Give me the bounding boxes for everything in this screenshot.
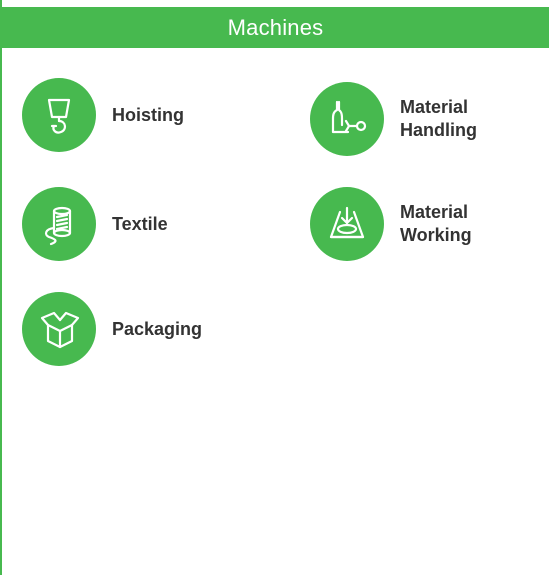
open-box-icon	[40, 311, 80, 349]
category-packaging[interactable]: Packaging	[22, 292, 222, 366]
category-material-handling[interactable]: Material Handling	[310, 82, 510, 156]
material-handling-icon	[331, 100, 367, 134]
category-label: Textile	[112, 213, 168, 234]
panel-title: Machines	[227, 14, 324, 40]
category-hoisting[interactable]: Hoisting	[22, 78, 222, 152]
category-icon-circle	[22, 292, 96, 366]
machines-panel: Machines Hoisting Material Handling Text…	[0, 0, 549, 575]
category-icon-circle	[22, 187, 96, 261]
category-label: Packaging	[112, 318, 203, 339]
category-textile[interactable]: Textile	[22, 187, 222, 261]
thread-spool-icon	[44, 206, 72, 246]
category-icon-circle	[22, 78, 96, 152]
category-label: Material Working	[400, 202, 472, 245]
category-material-working[interactable]: Material Working	[310, 187, 510, 261]
category-label: Material Handling	[400, 97, 477, 140]
category-icon-circle	[310, 82, 384, 156]
crane-hook-icon	[47, 98, 71, 134]
category-label: Hoisting	[112, 104, 184, 125]
material-working-icon	[329, 206, 365, 239]
panel-header: Machines	[2, 7, 549, 48]
category-icon-circle	[310, 187, 384, 261]
